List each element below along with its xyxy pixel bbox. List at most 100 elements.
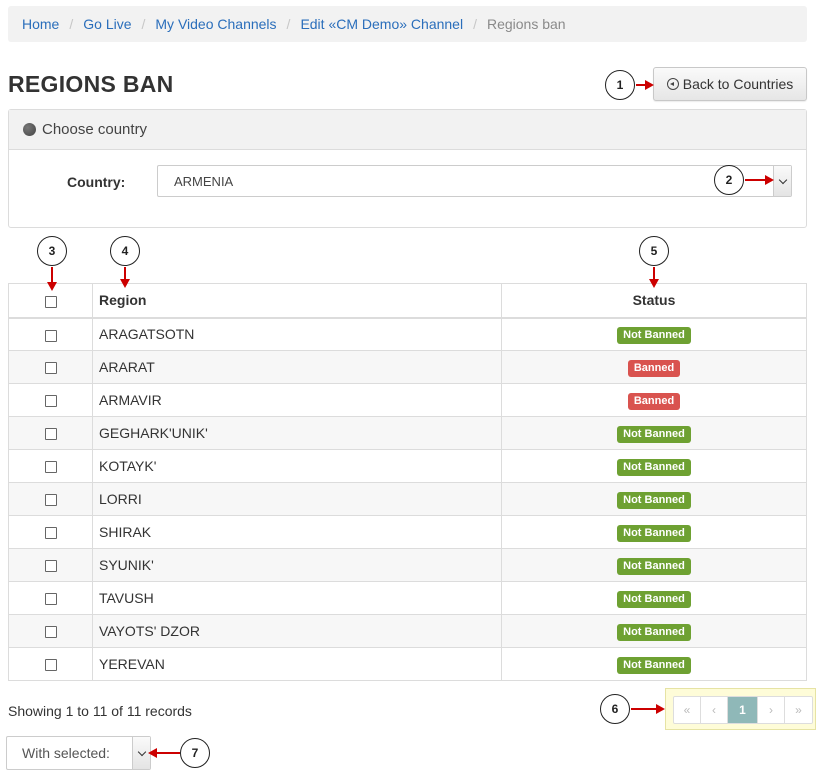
table-row: SHIRAK Not Banned: [8, 515, 807, 549]
row-checkbox-cell: [8, 350, 93, 384]
callout-2: 2: [714, 165, 744, 195]
table-row: SYUNIK' Not Banned: [8, 548, 807, 582]
next-page-button[interactable]: ›: [758, 697, 785, 723]
table-header-row: Region Status: [8, 283, 807, 319]
callout-7: 7: [180, 738, 210, 768]
choose-country-panel: Choose country Country: ARMENIA: [8, 109, 807, 228]
row-checkbox-cell: [8, 647, 93, 681]
status-cell: Not Banned: [501, 581, 807, 615]
row-checkbox-cell: [8, 383, 93, 417]
panel-header: Choose country: [9, 110, 806, 150]
callout-4-arrowhead: [120, 279, 130, 288]
callout-5: 5: [639, 236, 669, 266]
pagination-highlight: « ‹ 1 › »: [665, 688, 816, 730]
status-cell: Not Banned: [501, 647, 807, 681]
breadcrumb-home[interactable]: Home: [22, 16, 59, 32]
status-cell: Not Banned: [501, 515, 807, 549]
country-dropdown-toggle[interactable]: [773, 166, 791, 196]
callout-2-arrow: [745, 179, 765, 181]
pagination: « ‹ 1 › »: [673, 696, 813, 724]
callout-3: 3: [37, 236, 67, 266]
table-row: GEGHARK'UNIK' Not Banned: [8, 416, 807, 450]
first-page-button[interactable]: «: [674, 697, 701, 723]
country-label: Country:: [67, 174, 126, 190]
country-select[interactable]: ARMENIA: [157, 165, 792, 197]
status-badge[interactable]: Banned: [627, 392, 681, 410]
region-name: SYUNIK': [92, 548, 502, 582]
breadcrumb-separator: /: [69, 16, 74, 32]
row-checkbox[interactable]: [44, 659, 57, 672]
status-badge[interactable]: Not Banned: [617, 656, 691, 674]
status-badge[interactable]: Not Banned: [617, 623, 691, 641]
callout-7-arrowhead: [148, 748, 157, 758]
status-column-header[interactable]: Status: [501, 283, 807, 319]
status-badge[interactable]: Not Banned: [617, 326, 691, 344]
row-checkbox[interactable]: [44, 494, 57, 507]
callout-4: 4: [110, 236, 140, 266]
row-checkbox-cell: [8, 317, 93, 351]
country-select-value: ARMENIA: [174, 173, 234, 189]
regions-table: Region Status ARAGATSOTN Not Banned ARARAT…: [8, 283, 807, 681]
row-checkbox[interactable]: [44, 395, 57, 408]
callout-3-arrow: [51, 267, 53, 283]
status-cell: Not Banned: [501, 548, 807, 582]
status-badge[interactable]: Not Banned: [617, 557, 691, 575]
status-badge[interactable]: Not Banned: [617, 590, 691, 608]
row-checkbox[interactable]: [44, 593, 57, 606]
region-name: GEGHARK'UNIK': [92, 416, 502, 450]
row-checkbox-cell: [8, 482, 93, 516]
prev-page-button[interactable]: ‹: [701, 697, 728, 723]
region-name: LORRI: [92, 482, 502, 516]
breadcrumb-edit-channel[interactable]: Edit «CM Demo» Channel: [300, 16, 463, 32]
row-checkbox[interactable]: [44, 428, 57, 441]
select-all-checkbox[interactable]: [44, 295, 57, 308]
region-name: KOTAYK': [92, 449, 502, 483]
breadcrumb-my-video-channels[interactable]: My Video Channels: [155, 16, 276, 32]
status-badge[interactable]: Not Banned: [617, 491, 691, 509]
row-checkbox[interactable]: [44, 461, 57, 474]
region-column-header[interactable]: Region: [92, 283, 502, 319]
table-row: ARARAT Banned: [8, 350, 807, 384]
status-cell: Not Banned: [501, 482, 807, 516]
page-button-1[interactable]: 1: [728, 697, 758, 723]
row-checkbox-cell: [8, 548, 93, 582]
callout-6-arrow: [631, 708, 657, 710]
chevron-down-icon: [137, 747, 146, 756]
row-checkbox[interactable]: [44, 560, 57, 573]
region-name: VAYOTS' DZOR: [92, 614, 502, 648]
last-page-button[interactable]: »: [785, 697, 812, 723]
region-name: YEREVAN: [92, 647, 502, 681]
records-info: Showing 1 to 11 of 11 records: [8, 703, 192, 719]
status-cell: Not Banned: [501, 317, 807, 351]
callout-7-arrow: [156, 752, 180, 754]
status-cell: Not Banned: [501, 614, 807, 648]
table-row: LORRI Not Banned: [8, 482, 807, 516]
callout-2-arrowhead: [765, 175, 774, 185]
with-selected-label: With selected:: [22, 745, 110, 761]
row-checkbox[interactable]: [44, 626, 57, 639]
chevron-down-icon: [778, 175, 787, 184]
table-row: TAVUSH Not Banned: [8, 581, 807, 615]
row-checkbox-cell: [8, 449, 93, 483]
globe-icon: [23, 123, 36, 136]
breadcrumb-separator: /: [141, 16, 146, 32]
breadcrumb-go-live[interactable]: Go Live: [83, 16, 131, 32]
status-badge[interactable]: Banned: [627, 359, 681, 377]
table-row: VAYOTS' DZOR Not Banned: [8, 614, 807, 648]
status-badge[interactable]: Not Banned: [617, 524, 691, 542]
status-badge[interactable]: Not Banned: [617, 425, 691, 443]
status-badge[interactable]: Not Banned: [617, 458, 691, 476]
status-cell: Banned: [501, 350, 807, 384]
row-checkbox[interactable]: [44, 362, 57, 375]
breadcrumb-current: Regions ban: [486, 16, 566, 32]
row-checkbox-cell: [8, 581, 93, 615]
row-checkbox[interactable]: [44, 329, 57, 342]
row-checkbox-cell: [8, 614, 93, 648]
page-title: REGIONS BAN: [8, 71, 174, 97]
region-name: ARARAT: [92, 350, 502, 384]
table-row: ARAGATSOTN Not Banned: [8, 317, 807, 351]
with-selected-select[interactable]: With selected:: [6, 736, 151, 770]
back-to-countries-button[interactable]: Back to Countries: [653, 67, 807, 101]
row-checkbox[interactable]: [44, 527, 57, 540]
status-cell: Not Banned: [501, 449, 807, 483]
